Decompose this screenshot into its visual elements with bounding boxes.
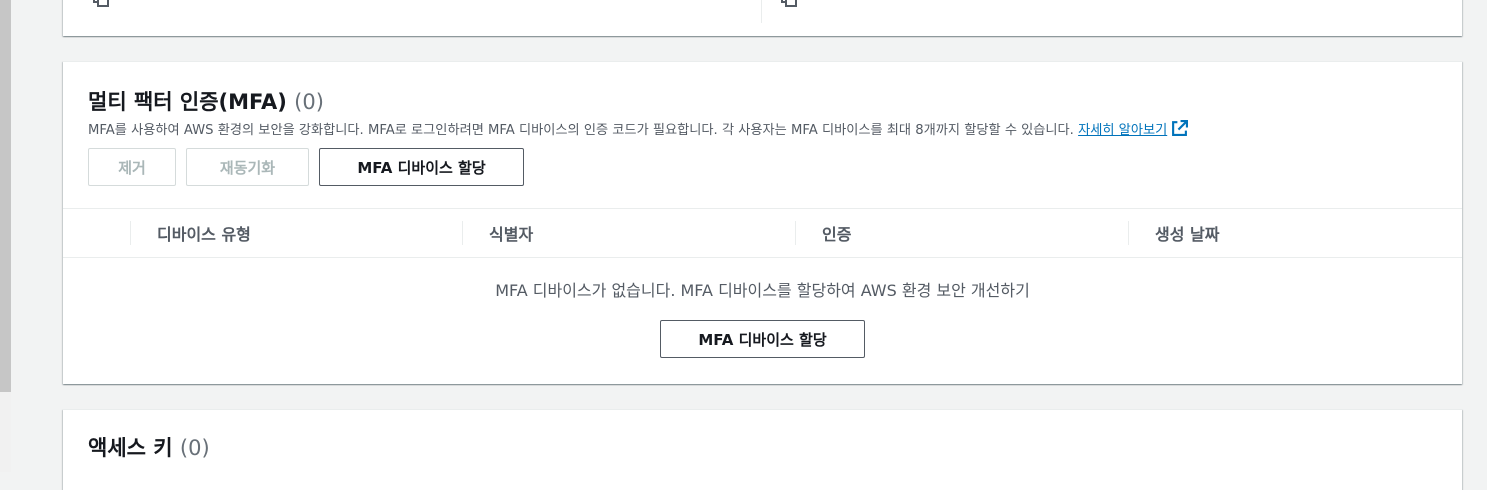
copy-icon[interactable] <box>93 0 109 7</box>
access-keys-section: 액세스 키 (0) <box>63 409 1462 490</box>
mfa-empty-message: MFA 디바이스가 없습니다. MFA 디바이스를 할당하여 AWS 환경 보안… <box>495 281 1030 300</box>
mfa-description: MFA를 사용하여 AWS 환경의 보안을 강화합니다. MFA로 로그인하려면… <box>88 119 1189 138</box>
column-header-identifier[interactable]: 식별자 <box>489 209 533 257</box>
column-separator <box>795 221 796 245</box>
mfa-description-text: MFA를 사용하여 AWS 환경의 보안을 강화합니다. MFA로 로그인하려면… <box>88 123 1074 138</box>
copy-icon[interactable] <box>781 0 797 7</box>
column-header-created-date[interactable]: 생성 날짜 <box>1155 209 1219 257</box>
column-separator <box>462 221 463 245</box>
mfa-section: 멀티 팩터 인증(MFA) (0) MFA를 사용하여 AWS 환경의 보안을 … <box>63 61 1462 384</box>
column-divider <box>761 0 762 23</box>
column-header-device-type[interactable]: 디바이스 유형 <box>157 209 251 257</box>
learn-more-link[interactable]: 자세히 알아보기 <box>1078 123 1167 138</box>
mfa-title: 멀티 팩터 인증(MFA) (0) <box>88 86 324 116</box>
account-id-value: 331004556296 <box>119 0 226 1</box>
empty-assign-mfa-button[interactable]: MFA 디바이스 할당 <box>660 320 865 358</box>
mfa-title-text: 멀티 팩터 인증(MFA) <box>88 90 287 114</box>
column-header-certification[interactable]: 인증 <box>822 209 851 257</box>
access-keys-count: (0) <box>179 436 210 460</box>
learn-more-label: 자세히 알아보기 <box>1078 123 1168 138</box>
column-separator <box>130 221 131 245</box>
resync-button[interactable]: 재동기화 <box>186 148 309 186</box>
scrollbar-track[interactable] <box>0 392 11 472</box>
remove-button[interactable]: 제거 <box>88 148 176 186</box>
assign-mfa-button[interactable]: MFA 디바이스 할당 <box>319 148 524 186</box>
canonical-id-value: 605b01bd9055fd6fb5c545bc84b7425be2d0ef3f… <box>807 0 1344 1</box>
access-keys-title-text: 액세스 키 <box>88 436 173 460</box>
access-keys-title: 액세스 키 (0) <box>88 432 210 462</box>
external-link-icon[interactable] <box>1171 120 1189 137</box>
summary-card: 331004556296 605b01bd9055fd6fb5c545bc84b… <box>63 0 1462 36</box>
mfa-count: (0) <box>294 90 324 114</box>
mfa-table-header: 디바이스 유형 식별자 인증 생성 날짜 <box>63 208 1462 258</box>
column-separator <box>1128 221 1129 245</box>
scrollbar[interactable] <box>0 0 11 392</box>
